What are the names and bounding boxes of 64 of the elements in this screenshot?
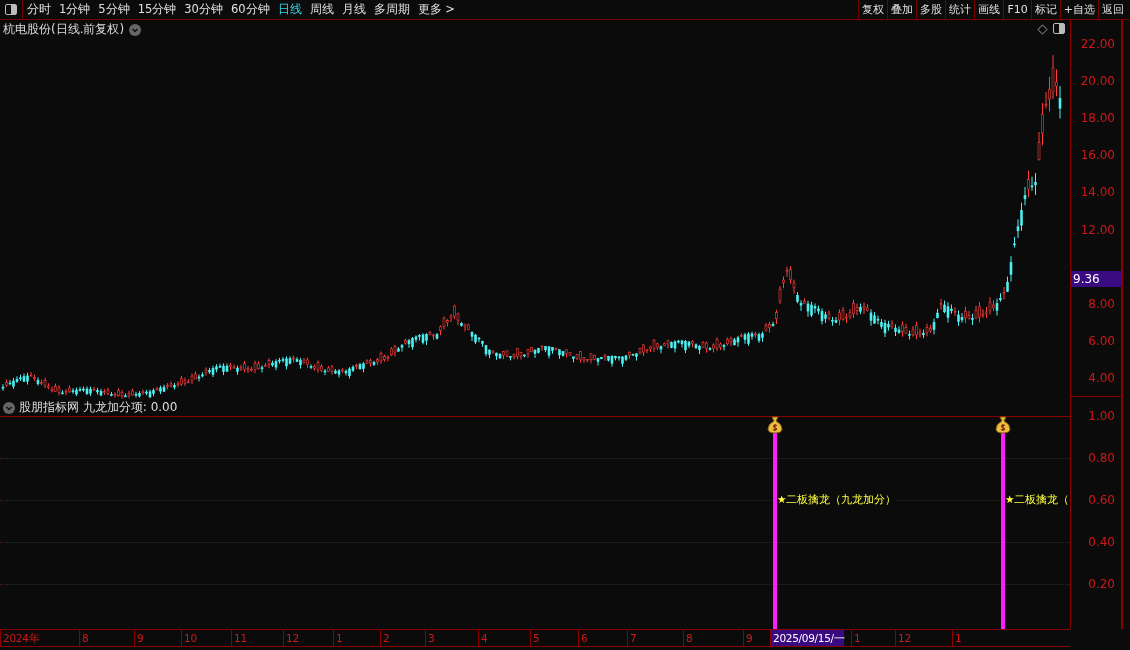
time-axis-label: 4 bbox=[478, 630, 488, 646]
time-axis-label: 5 bbox=[530, 630, 540, 646]
period-tab[interactable]: 周线 bbox=[305, 0, 338, 19]
time-axis-label: 10 bbox=[181, 630, 197, 646]
price-tick-label: 22.00 bbox=[1080, 37, 1115, 51]
period-tab[interactable]: 30分钟 bbox=[180, 0, 227, 19]
time-axis-label: 2 bbox=[380, 630, 390, 646]
more-button[interactable]: 更多 > bbox=[413, 0, 459, 19]
time-axis-label: 3 bbox=[425, 630, 435, 646]
toolbar-button[interactable]: 复权 bbox=[858, 0, 888, 19]
price-tick-label: 4.00 bbox=[1088, 371, 1115, 386]
time-axis-label: 2025/09/15/一 bbox=[770, 630, 845, 646]
price-tick-label: 8.00 bbox=[1088, 296, 1115, 311]
dropdown-icon[interactable] bbox=[129, 23, 142, 36]
toolbar-button[interactable]: 返回 bbox=[1098, 0, 1127, 19]
collapse-icon[interactable] bbox=[3, 401, 15, 414]
period-tab[interactable]: 1分钟 bbox=[55, 0, 95, 19]
toolbar-button[interactable]: 多股 bbox=[916, 0, 946, 19]
toolbar-button[interactable]: 统计 bbox=[945, 0, 975, 19]
toolbar-button[interactable]: +自选 bbox=[1059, 0, 1098, 19]
price-tick-label: 14.00 bbox=[1080, 185, 1115, 200]
money-bag-icon bbox=[767, 416, 783, 434]
chart-title: 杭电股份(日线.前复权) bbox=[3, 21, 125, 38]
current-price-label: 9.36 bbox=[1071, 270, 1121, 287]
time-axis-label: 2024年 bbox=[0, 630, 40, 646]
period-tab[interactable]: 5分钟 bbox=[94, 0, 134, 19]
indicator-tick-label: 0.80 bbox=[1088, 451, 1115, 465]
toolbar-button[interactable]: 叠加 bbox=[887, 0, 917, 19]
period-tab[interactable]: 日线 bbox=[273, 0, 306, 19]
price-tick-label: 16.00 bbox=[1080, 148, 1115, 163]
indicator-tick-label: 0.20 bbox=[1088, 577, 1115, 591]
price-tick-label: 18.00 bbox=[1080, 111, 1115, 126]
toolbar-button[interactable]: 标记 bbox=[1030, 0, 1060, 19]
indicator-title: 股朋指标网 九龙加分项: 0.00 bbox=[19, 399, 178, 416]
toolbar-button[interactable]: F10 bbox=[1003, 0, 1031, 19]
signal-label: ★二板擒龙（ bbox=[1005, 493, 1070, 507]
price-tick-label: 6.00 bbox=[1088, 333, 1115, 348]
time-axis-label: 6 bbox=[578, 630, 588, 646]
period-tab[interactable]: 多周期 bbox=[369, 0, 414, 19]
toolbar-button[interactable]: 画线 bbox=[974, 0, 1004, 19]
price-tick-label: 12.00 bbox=[1080, 222, 1115, 237]
time-axis-label: 9 bbox=[743, 630, 753, 646]
time-axis-label: 11 bbox=[231, 630, 247, 646]
time-axis-label: 12 bbox=[283, 630, 299, 646]
diamond-icon[interactable] bbox=[1037, 24, 1048, 35]
time-axis-label: 1 bbox=[851, 630, 861, 646]
money-bag-icon bbox=[995, 416, 1011, 434]
price-tick-label: 20.00 bbox=[1080, 74, 1115, 89]
signal-label: ★二板擒龙（九龙加分） bbox=[777, 493, 897, 507]
time-axis-label: 8 bbox=[683, 630, 693, 646]
period-tab[interactable]: 60分钟 bbox=[226, 0, 274, 19]
time-axis-label: 9 bbox=[134, 630, 144, 646]
indicator-tick-label: 0.40 bbox=[1088, 535, 1115, 549]
indicator-tick-label: 0.60 bbox=[1088, 493, 1115, 507]
period-tab[interactable]: 分时 bbox=[23, 0, 55, 19]
time-axis-label: 7 bbox=[627, 630, 637, 646]
time-axis-label: 1 bbox=[952, 630, 962, 646]
period-tab[interactable]: 月线 bbox=[337, 0, 370, 19]
period-tab[interactable]: 15分钟 bbox=[133, 0, 181, 19]
indicator-tick-label: 1.00 bbox=[1088, 409, 1115, 423]
time-axis-label: 12 bbox=[895, 630, 911, 646]
panel-toggle-icon[interactable] bbox=[1053, 23, 1065, 34]
time-axis-label: 8 bbox=[79, 630, 89, 646]
time-axis-label: 1 bbox=[333, 630, 343, 646]
